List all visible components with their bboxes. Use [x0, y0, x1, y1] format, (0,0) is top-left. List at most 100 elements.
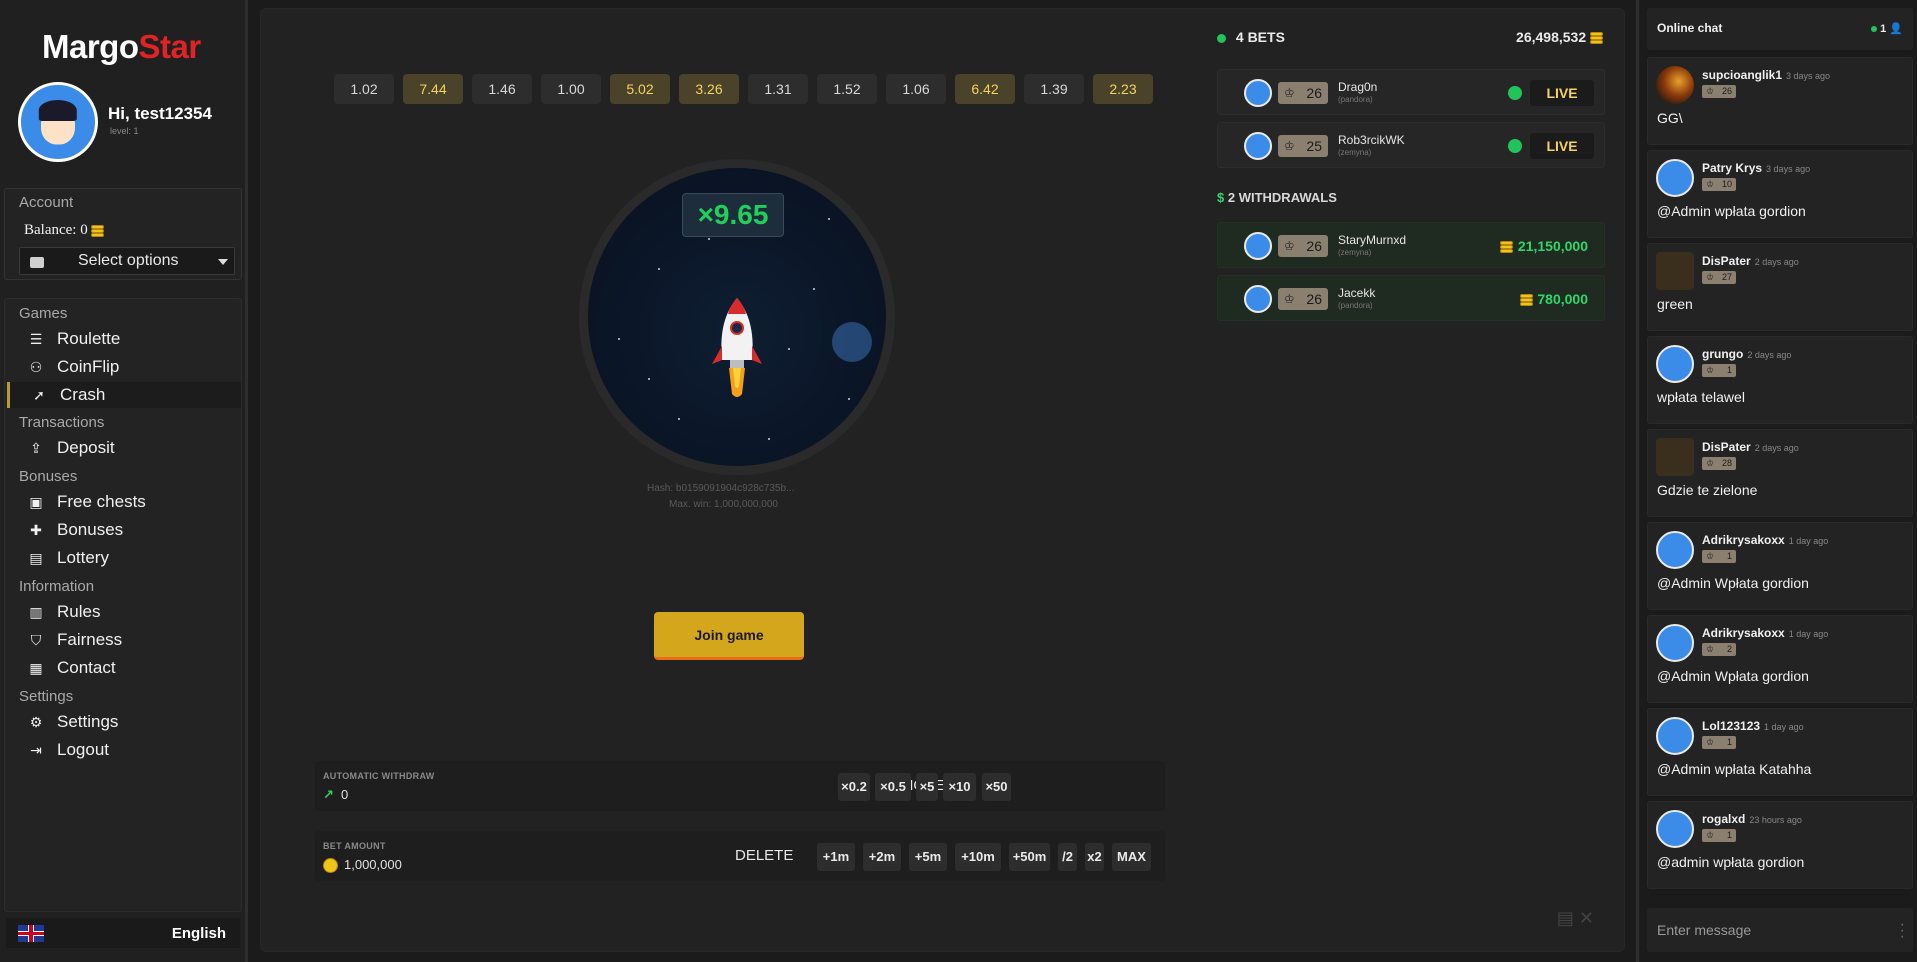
chat-username: DisPater [1702, 254, 1751, 268]
avatar[interactable] [1656, 252, 1694, 290]
bet-amount-chip[interactable]: +2m [863, 843, 901, 871]
nav-section-games: Games [19, 305, 68, 322]
withdrawals-count: 2 WITHDRAWALS [1227, 190, 1337, 205]
sidebar-item-contact[interactable]: ▦ Contact [7, 655, 241, 681]
chat-timestamp: 3 days ago [1786, 71, 1831, 81]
auto-withdraw-chip[interactable]: ×50 [982, 773, 1011, 801]
bet-username[interactable]: Drag0n [1338, 80, 1377, 94]
chat-username-line[interactable]: Patry Krys 3 days ago [1702, 161, 1810, 175]
avatar[interactable] [1244, 285, 1272, 313]
sidebar-item-settings[interactable]: ⚙ Settings [7, 709, 241, 735]
history-multiplier[interactable]: 1.02 [334, 74, 394, 104]
delete-button[interactable]: DELETE [735, 847, 793, 864]
avatar[interactable] [1656, 531, 1694, 569]
rocket-icon: ➚ [33, 387, 45, 403]
bet-amount-chip[interactable]: +5m [909, 843, 947, 871]
history-multiplier[interactable]: 1.06 [886, 74, 946, 104]
avatar[interactable] [1656, 159, 1694, 197]
sidebar-item-coinflip[interactable]: ⚇ CoinFlip [7, 354, 241, 380]
bet-amount-chip[interactable]: +1m [817, 843, 855, 871]
logo[interactable]: MargoStar [42, 28, 201, 66]
chat-username-line[interactable]: Lol123123 1 day ago [1702, 719, 1804, 733]
history-multiplier[interactable]: 1.39 [1024, 74, 1084, 104]
avatar[interactable] [1656, 717, 1694, 755]
avatar[interactable] [1656, 438, 1694, 476]
auto-withdraw-chip[interactable]: ×10 [943, 773, 976, 801]
chat-username-line[interactable]: grungo 2 days ago [1702, 347, 1791, 361]
avatar[interactable] [1656, 345, 1694, 383]
withdrawals-header: $ 2 WITHDRAWALS [1217, 190, 1337, 205]
chat-message-input[interactable] [1647, 908, 1913, 952]
avatar[interactable] [1656, 624, 1694, 662]
chat-message: rogalxd23 hours ago 1 @admin wpłata gordio… [1647, 801, 1913, 889]
auto-withdraw-input[interactable]: ↗ 0 [323, 787, 348, 803]
history-multiplier[interactable]: 1.52 [817, 74, 877, 104]
bets-total: 26,498,532 [1516, 29, 1604, 45]
history-multiplier[interactable]: 2.23 [1093, 74, 1153, 104]
language-selector[interactable]: English [6, 918, 240, 948]
logo-text-margo: Margo [42, 28, 139, 65]
chat-username-line[interactable]: DisPater 2 days ago [1702, 440, 1799, 454]
level-badge: 10 [1702, 178, 1736, 191]
auto-withdraw-chip[interactable]: ×5 [916, 773, 938, 801]
history-icon[interactable]: ▤ [1557, 908, 1574, 928]
sidebar-item-label: Roulette [57, 329, 121, 348]
wallet-select[interactable]: Select options [19, 247, 235, 275]
history-multiplier[interactable]: 1.46 [472, 74, 532, 104]
user-avatar[interactable] [18, 82, 98, 162]
dollar-icon: $ [1217, 190, 1225, 205]
close-icon[interactable]: ✕ [1579, 908, 1594, 928]
sidebar-item-deposit[interactable]: ⇪ Deposit [7, 435, 241, 461]
level-badge: 26 [1278, 235, 1328, 257]
bet-username[interactable]: Rob3rcikWK [1338, 133, 1405, 147]
sidebar-item-logout[interactable]: ⇥ Logout [7, 737, 241, 763]
bet-amount-chip[interactable]: x2 [1085, 843, 1104, 871]
nav-section-transactions: Transactions [19, 414, 105, 431]
history-multiplier[interactable]: 6.42 [955, 74, 1015, 104]
bet-amount-chip[interactable]: MAX [1112, 843, 1151, 871]
logout-icon: ⇥ [30, 742, 42, 758]
kebab-menu-icon[interactable]: · · · [1900, 917, 1905, 945]
avatar[interactable] [1656, 810, 1694, 848]
bet-amount-input[interactable]: 1,000,000 [323, 857, 402, 874]
bet-amount-chip[interactable]: /2 [1058, 843, 1077, 871]
bet-amount-chip[interactable]: +50m [1009, 843, 1050, 871]
sidebar-item-fairness[interactable]: ⛉ Fairness [7, 627, 241, 653]
sidebar-item-roulette[interactable]: ☰ Roulette [7, 326, 241, 352]
history-multiplier[interactable]: 7.44 [403, 74, 463, 104]
avatar[interactable] [1244, 79, 1272, 107]
history-multiplier[interactable]: 5.02 [610, 74, 670, 104]
avatar[interactable] [1244, 232, 1272, 260]
chat-username-line[interactable]: supcioanglik1 3 days ago [1702, 68, 1830, 82]
bet-amount-chip[interactable]: +10m [955, 843, 1001, 871]
chat-username-line[interactable]: DisPater 2 days ago [1702, 254, 1799, 268]
nav-section-settings: Settings [19, 688, 74, 705]
sidebar-item-crash[interactable]: ➚ Crash [7, 382, 241, 408]
auto-withdraw-chip[interactable]: ×0.5 [875, 773, 911, 801]
chat-username-line[interactable]: Adrikrysakoxx 1 day ago [1702, 533, 1828, 547]
chat-username: rogalxd [1702, 812, 1746, 826]
sidebar-item-bonuses[interactable]: ✚ Bonuses [7, 517, 241, 543]
chat-username-line[interactable]: Adrikrysakoxx 1 day ago [1702, 626, 1828, 640]
history-multiplier[interactable]: 3.26 [679, 74, 739, 104]
live-status-badge: LIVE [1530, 133, 1594, 159]
history-multiplier[interactable]: 1.00 [541, 74, 601, 104]
bet-amount-label: BET AMOUNT [323, 841, 386, 851]
sidebar-item-free-chests[interactable]: ▣ Free chests [7, 489, 241, 515]
bet-username[interactable]: StaryMurnxd [1338, 233, 1406, 247]
auto-withdraw-chip[interactable]: ×0.2 [838, 773, 870, 801]
chat-message: grungo2 days ago 1 wpłata telawel [1647, 336, 1913, 424]
nav-section-information: Information [19, 578, 95, 595]
sidebar-item-rules[interactable]: ▥ Rules [7, 599, 241, 625]
avatar[interactable] [1244, 132, 1272, 160]
chat-username-line[interactable]: rogalxd 23 hours ago [1702, 812, 1802, 826]
account-label: Account [19, 194, 74, 211]
join-game-button[interactable]: Join game [654, 612, 804, 660]
history-multiplier[interactable]: 1.31 [748, 74, 808, 104]
avatar[interactable] [1656, 66, 1694, 104]
round-hash[interactable]: Hash: b0159091904c928c735b... [647, 483, 794, 494]
sidebar-item-lottery[interactable]: ▤ Lottery [7, 545, 241, 571]
bet-username[interactable]: Jacekk [1338, 286, 1375, 300]
balance: Balance: 0 [24, 222, 105, 239]
auto-withdraw-value: 0 [341, 787, 349, 802]
